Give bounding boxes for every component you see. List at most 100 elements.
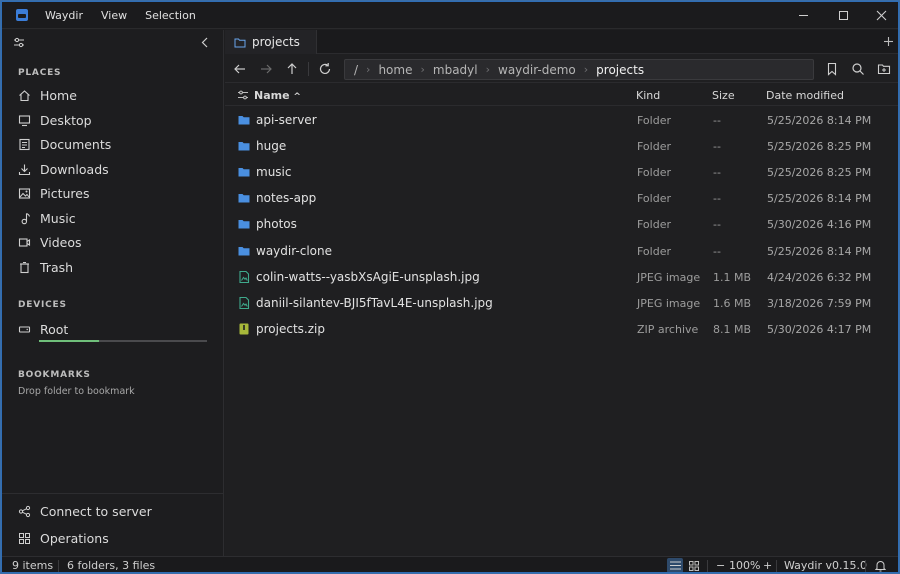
breadcrumb-mbadyl[interactable]: mbadyl xyxy=(433,63,478,77)
desktop-icon xyxy=(18,114,31,126)
file-date: 3/18/2026 7:59 PM xyxy=(767,296,872,310)
maximize-button[interactable] xyxy=(826,2,860,29)
sliders-icon[interactable] xyxy=(13,37,25,48)
connect-to-server-button[interactable]: Connect to server xyxy=(18,501,152,521)
file-row[interactable]: projects.zip ZIP archive 8.1 MB 5/30/2026 4… xyxy=(225,316,898,342)
column-kind[interactable]: Kind xyxy=(636,89,660,102)
tab-label: projects xyxy=(252,35,300,49)
sidebar-item-label: Downloads xyxy=(40,161,109,177)
file-kind: Folder xyxy=(637,244,671,258)
menu-selection[interactable]: Selection xyxy=(145,9,196,22)
breadcrumb[interactable]: / › home › mbadyl › waydir-demo › projec… xyxy=(344,59,814,80)
sidebar-item-label: Desktop xyxy=(40,112,92,128)
image-file-icon xyxy=(239,270,250,283)
sidebar-divider xyxy=(2,493,223,494)
file-size: -- xyxy=(713,192,721,206)
places-heading: PLACES xyxy=(18,68,62,78)
menu-view[interactable]: View xyxy=(101,9,127,22)
collapse-sidebar-icon[interactable] xyxy=(200,37,210,48)
file-name: colin-watts--yasbXsAgiE-unsplash.jpg xyxy=(256,269,480,284)
file-size: 1.1 MB xyxy=(713,270,752,284)
file-name: music xyxy=(256,165,292,180)
tab-bar: projects xyxy=(225,30,898,54)
operations-label: Operations xyxy=(40,530,109,546)
bell-icon[interactable] xyxy=(875,560,886,572)
file-row[interactable]: api-server Folder -- 5/25/2026 8:14 PM xyxy=(225,107,898,133)
grid-view-button[interactable] xyxy=(686,558,702,572)
sidebar-item-trash[interactable]: Trash xyxy=(18,257,73,277)
new-folder-button[interactable] xyxy=(876,61,892,77)
file-row[interactable]: music Folder -- 5/25/2026 8:25 PM xyxy=(225,159,898,185)
column-date[interactable]: Date modified xyxy=(766,89,844,102)
breadcrumb-projects[interactable]: projects xyxy=(596,63,644,77)
file-size: -- xyxy=(713,166,721,180)
sort-options-icon[interactable] xyxy=(237,89,249,101)
sidebar-item-pictures[interactable]: Pictures xyxy=(18,183,90,203)
forward-button[interactable] xyxy=(258,61,274,77)
arrow-left-icon xyxy=(234,64,245,74)
breadcrumb-home[interactable]: home xyxy=(378,63,412,77)
downloads-icon xyxy=(18,164,31,175)
file-name: photos xyxy=(256,217,297,232)
sidebar-item-label: Root xyxy=(40,321,69,337)
tab-projects[interactable]: projects xyxy=(225,30,317,54)
sidebar-item-downloads[interactable]: Downloads xyxy=(18,159,109,179)
zoom-in-button[interactable]: + xyxy=(763,559,772,572)
new-tab-button[interactable] xyxy=(883,33,894,51)
sidebar-item-label: Documents xyxy=(40,136,112,152)
sidebar-item-home[interactable]: Home xyxy=(18,85,77,105)
zoom-out-button[interactable]: − xyxy=(716,559,725,572)
sidebar-item-root[interactable]: Root xyxy=(18,319,68,339)
file-name: projects.zip xyxy=(256,321,325,336)
status-separator xyxy=(776,560,777,572)
sidebar-item-music[interactable]: Music xyxy=(18,208,76,228)
column-header: Name ^ Kind Size Date modified xyxy=(225,84,898,106)
operations-button[interactable]: Operations xyxy=(18,528,109,548)
folder-icon xyxy=(238,220,250,229)
file-row[interactable]: waydir-clone Folder -- 5/25/2026 8:14 PM xyxy=(225,238,898,264)
sidebar-item-videos[interactable]: Videos xyxy=(18,232,82,252)
status-separator xyxy=(58,560,59,572)
archive-file-icon xyxy=(239,323,249,335)
back-button[interactable] xyxy=(232,61,248,77)
app-logo-icon xyxy=(16,9,28,21)
file-row[interactable]: colin-watts--yasbXsAgiE-unsplash.jpg JPEG… xyxy=(225,264,898,290)
sidebar-item-label: Videos xyxy=(40,234,82,250)
selection-summary: 6 folders, 3 files xyxy=(67,559,156,572)
title-bar: Waydir View Selection xyxy=(2,2,898,29)
file-date: 5/25/2026 8:14 PM xyxy=(767,114,872,127)
column-name[interactable]: Name ^ xyxy=(254,89,301,102)
file-row[interactable]: daniil-silantev-BJI5fTavL4E-unsplash.jpg… xyxy=(225,290,898,316)
connect-to-server-label: Connect to server xyxy=(40,503,152,519)
breadcrumb-waydir-demo[interactable]: waydir-demo xyxy=(498,63,576,77)
file-row[interactable]: photos Folder -- 5/30/2026 4:16 PM xyxy=(225,211,898,237)
bookmark-button[interactable] xyxy=(824,61,840,77)
sidebar-item-documents[interactable]: Documents xyxy=(18,134,111,154)
main-pane: projects / › home › mbadyl › waydir-demo… xyxy=(225,30,898,556)
column-size[interactable]: Size xyxy=(712,89,735,102)
trash-icon xyxy=(20,261,29,273)
breadcrumb-root[interactable]: / xyxy=(354,63,358,77)
menu-waydir[interactable]: Waydir xyxy=(45,9,83,22)
minimize-button[interactable] xyxy=(786,2,820,29)
documents-icon xyxy=(19,138,30,150)
sidebar-item-label: Music xyxy=(40,210,76,226)
file-size: -- xyxy=(713,218,721,232)
plus-icon xyxy=(884,37,893,46)
file-date: 5/25/2026 8:14 PM xyxy=(767,244,872,258)
sidebar: PLACES Home Desktop Documents Downloads … xyxy=(2,30,224,556)
sidebar-header xyxy=(2,30,223,55)
file-row[interactable]: notes-app Folder -- 5/25/2026 8:14 PM xyxy=(225,185,898,211)
up-button[interactable] xyxy=(284,61,300,77)
file-row[interactable]: huge Folder -- 5/25/2026 8:25 PM xyxy=(225,133,898,159)
refresh-button[interactable] xyxy=(317,61,333,77)
list-view-button[interactable] xyxy=(667,558,683,572)
sidebar-item-desktop[interactable]: Desktop xyxy=(18,110,92,130)
refresh-icon xyxy=(319,63,331,75)
search-button[interactable] xyxy=(850,61,866,77)
home-icon xyxy=(19,89,30,101)
close-button[interactable] xyxy=(864,2,898,29)
file-date: 5/25/2026 8:25 PM xyxy=(767,166,872,180)
file-kind: ZIP archive xyxy=(637,322,699,336)
root-usage-fill xyxy=(39,340,100,342)
